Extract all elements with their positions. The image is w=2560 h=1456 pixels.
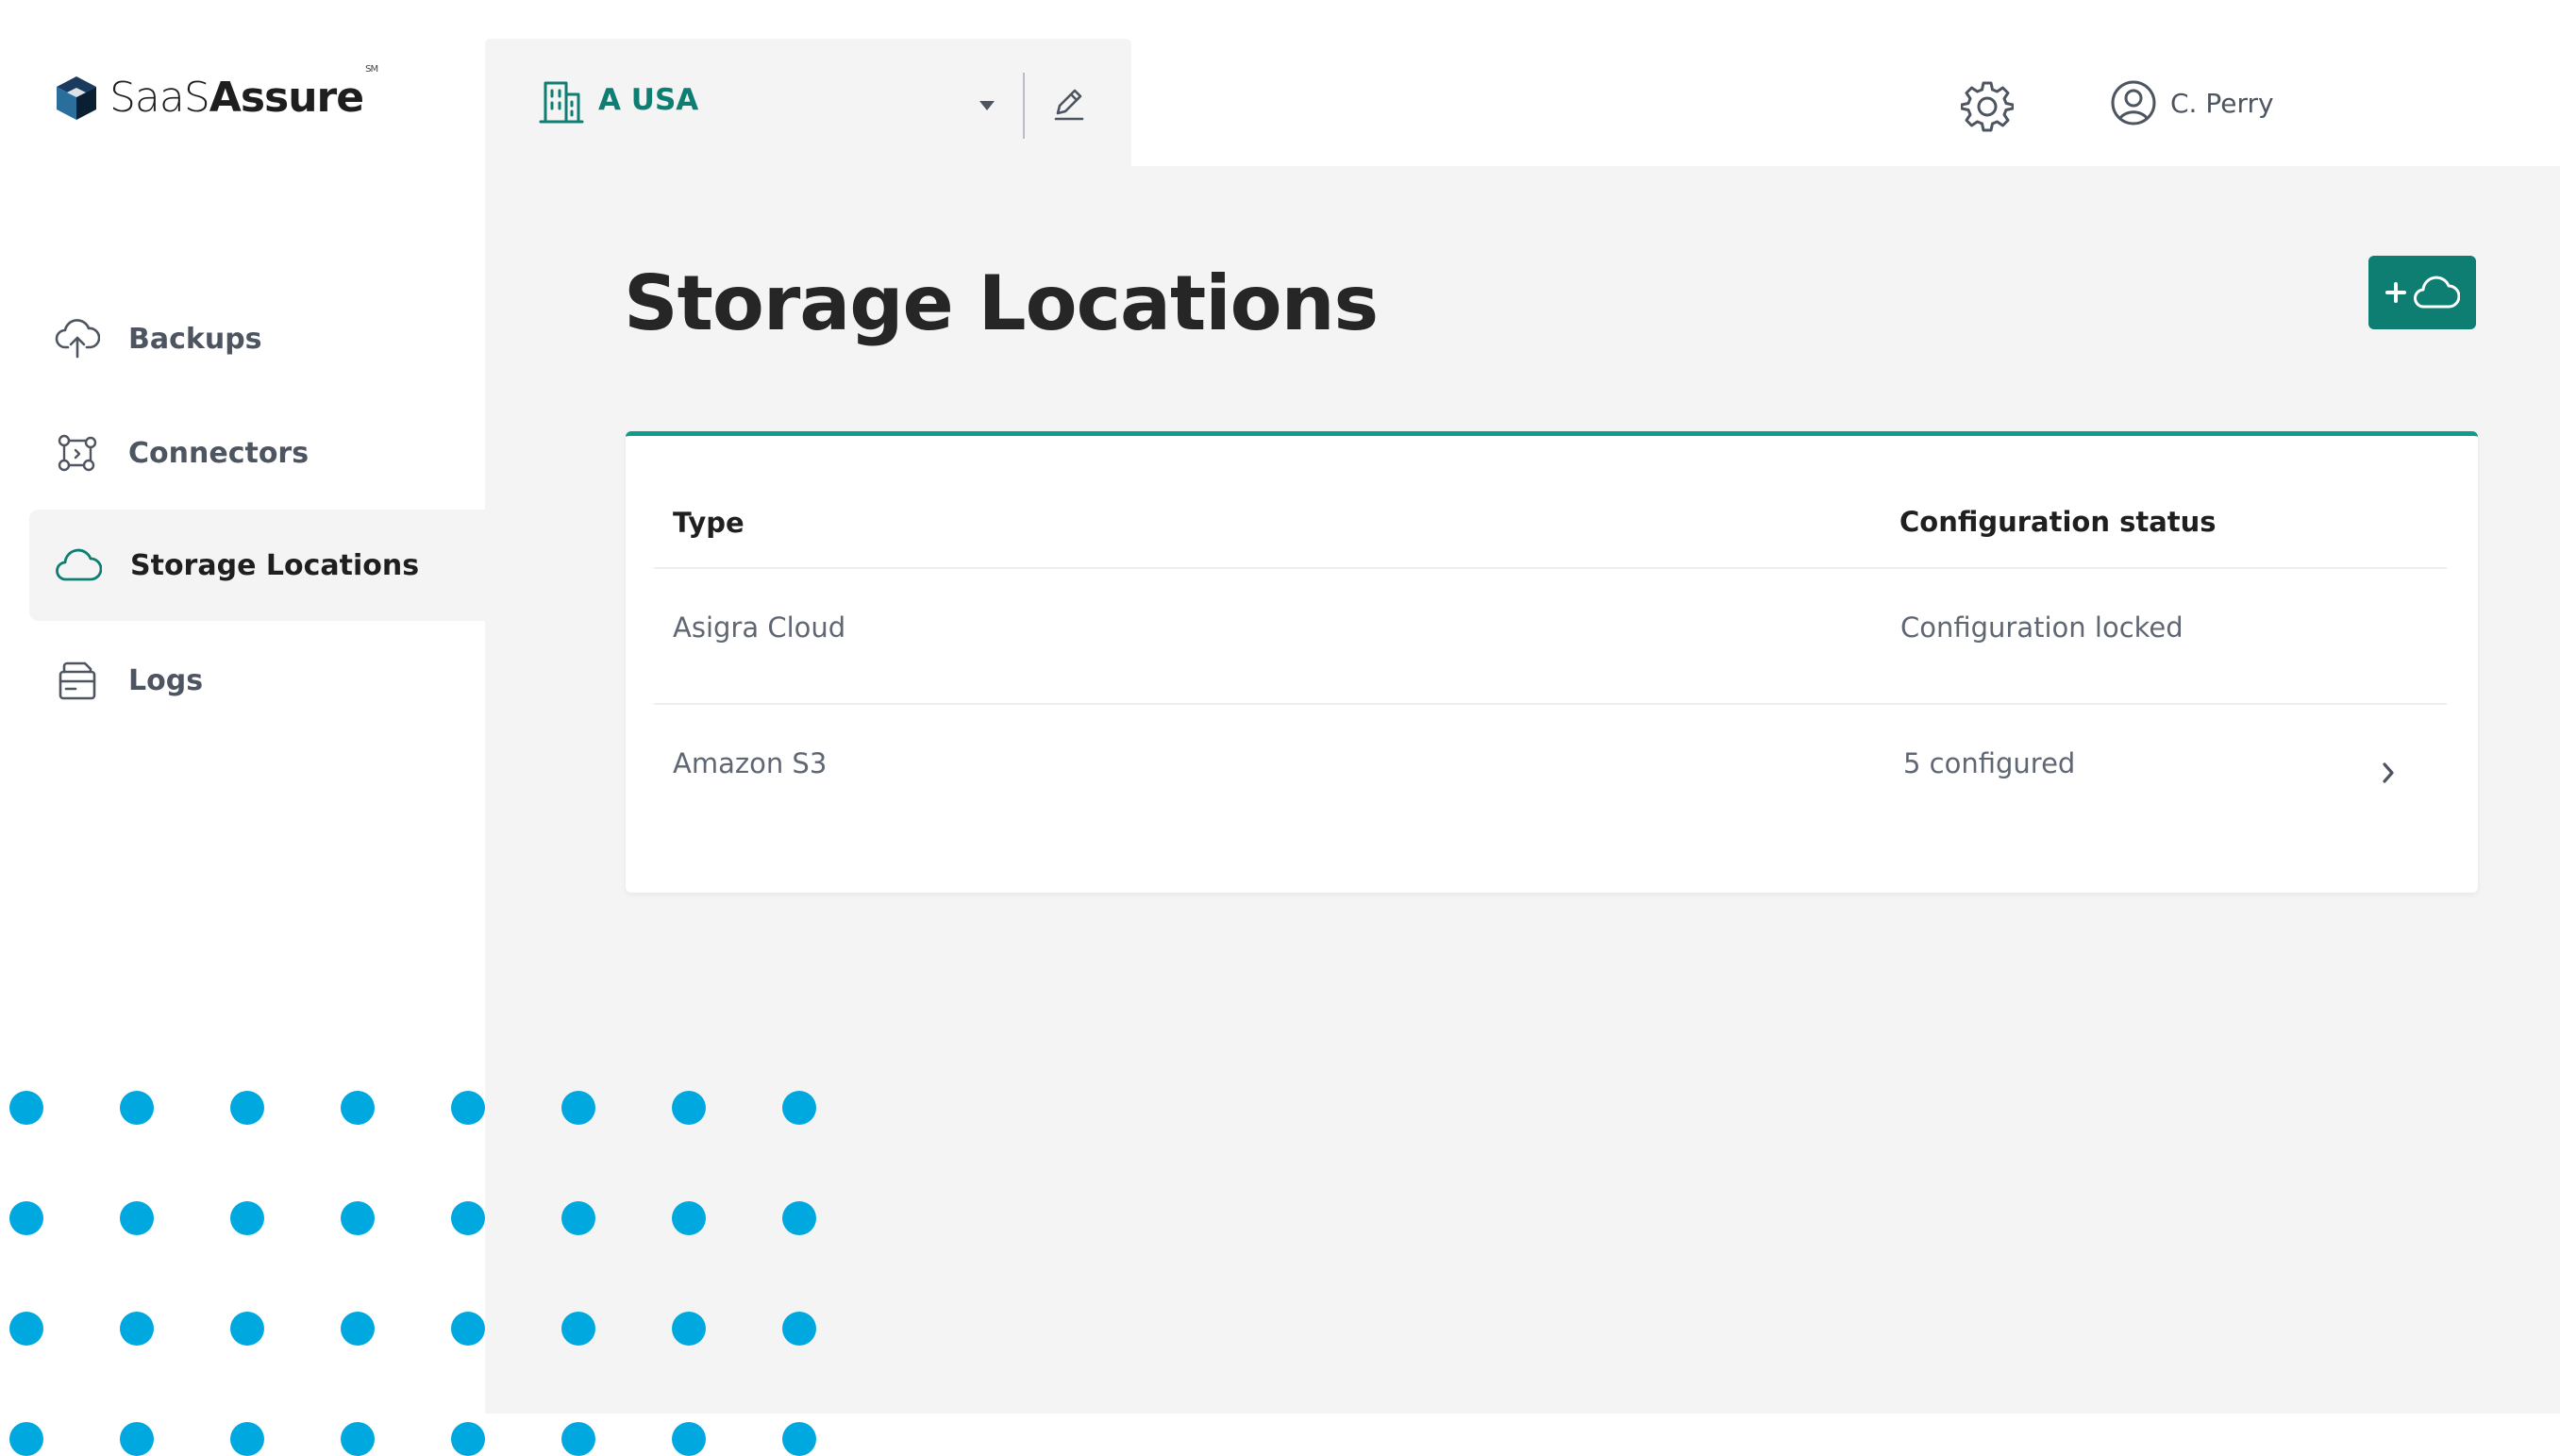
sidebar-item-connectors[interactable]: Connectors — [29, 397, 485, 509]
divider — [654, 703, 2447, 705]
column-header-configuration-status[interactable]: Configuration status — [1899, 506, 2217, 538]
user-menu[interactable]: C. Perry — [2110, 79, 2274, 126]
table-row[interactable]: Asigra Cloud Configuration locked — [626, 570, 2478, 693]
user-circle-icon — [2111, 80, 2156, 126]
decorative-dot — [120, 1312, 154, 1346]
storage-locations-table: Type Configuration status Asigra Cloud C… — [626, 431, 2478, 893]
decorative-dot — [230, 1422, 264, 1456]
tenant-dropdown-button[interactable] — [974, 92, 1000, 119]
decorative-dot — [561, 1422, 595, 1456]
sidebar-item-label: Storage Locations — [130, 548, 420, 582]
divider — [654, 567, 2447, 569]
sidebar-item-storage-locations[interactable]: Storage Locations — [29, 510, 485, 621]
decorative-dot — [230, 1201, 264, 1235]
decorative-dot — [672, 1091, 706, 1125]
cloud-icon — [2414, 276, 2460, 309]
decorative-dot — [9, 1201, 43, 1235]
cloud-icon — [56, 548, 102, 581]
decorative-dot-grid — [9, 1091, 840, 1456]
decorative-dot — [782, 1422, 816, 1456]
sidebar-item-label: Connectors — [128, 436, 310, 470]
decorative-dot — [9, 1422, 43, 1456]
user-name: C. Perry — [2170, 87, 2274, 119]
row-type: Amazon S3 — [673, 747, 828, 779]
plus-icon — [2385, 282, 2406, 303]
decorative-dot — [120, 1422, 154, 1456]
decorative-dot — [782, 1201, 816, 1235]
decorative-dot — [561, 1091, 595, 1125]
page-title: Storage Locations — [624, 259, 1379, 347]
decorative-dot — [451, 1201, 485, 1235]
decorative-dot — [782, 1312, 816, 1346]
decorative-dot — [341, 1091, 375, 1125]
sidebar-item-backups[interactable]: Backups — [29, 283, 485, 394]
gear-icon[interactable] — [1961, 79, 2014, 132]
sidebar-item-label: Logs — [128, 663, 204, 697]
row-type: Asigra Cloud — [673, 611, 846, 644]
decorative-dot — [341, 1422, 375, 1456]
add-storage-location-button[interactable] — [2368, 256, 2476, 329]
decorative-dot — [561, 1201, 595, 1235]
decorative-dot — [782, 1091, 816, 1125]
decorative-dot — [451, 1312, 485, 1346]
column-header-type[interactable]: Type — [673, 507, 745, 539]
logo-cube-icon — [57, 75, 96, 120]
decorative-dot — [672, 1201, 706, 1235]
decorative-dot — [451, 1422, 485, 1456]
tenant-name[interactable]: A USA — [598, 83, 698, 117]
decorative-dot — [120, 1091, 154, 1125]
edit-pencil-icon[interactable] — [1050, 85, 1088, 123]
decorative-dot — [9, 1091, 43, 1125]
decorative-dot — [230, 1091, 264, 1125]
decorative-dot — [672, 1312, 706, 1346]
decorative-dot — [561, 1312, 595, 1346]
row-status: 5 configured — [1903, 747, 2076, 779]
cloud-upload-icon — [55, 319, 100, 359]
logs-icon — [59, 661, 96, 700]
row-status: Configuration locked — [1900, 611, 2184, 644]
caret-down-icon — [979, 101, 995, 110]
logo[interactable]: SaaSAssureSM — [55, 64, 378, 122]
table-row[interactable]: Amazon S3 5 configured — [626, 706, 2478, 828]
decorative-dot — [230, 1312, 264, 1346]
decorative-dot — [120, 1201, 154, 1235]
divider — [1023, 73, 1025, 139]
decorative-dot — [672, 1422, 706, 1456]
connectors-icon — [58, 434, 97, 472]
chevron-right-icon[interactable] — [2379, 760, 2398, 786]
decorative-dot — [341, 1201, 375, 1235]
logo-text: SaaSAssureSM — [109, 64, 378, 122]
decorative-dot — [341, 1312, 375, 1346]
building-icon — [539, 81, 584, 124]
decorative-dot — [9, 1312, 43, 1346]
sidebar-item-logs[interactable]: Logs — [29, 625, 485, 736]
decorative-dot — [451, 1091, 485, 1125]
sidebar-item-label: Backups — [128, 322, 262, 356]
